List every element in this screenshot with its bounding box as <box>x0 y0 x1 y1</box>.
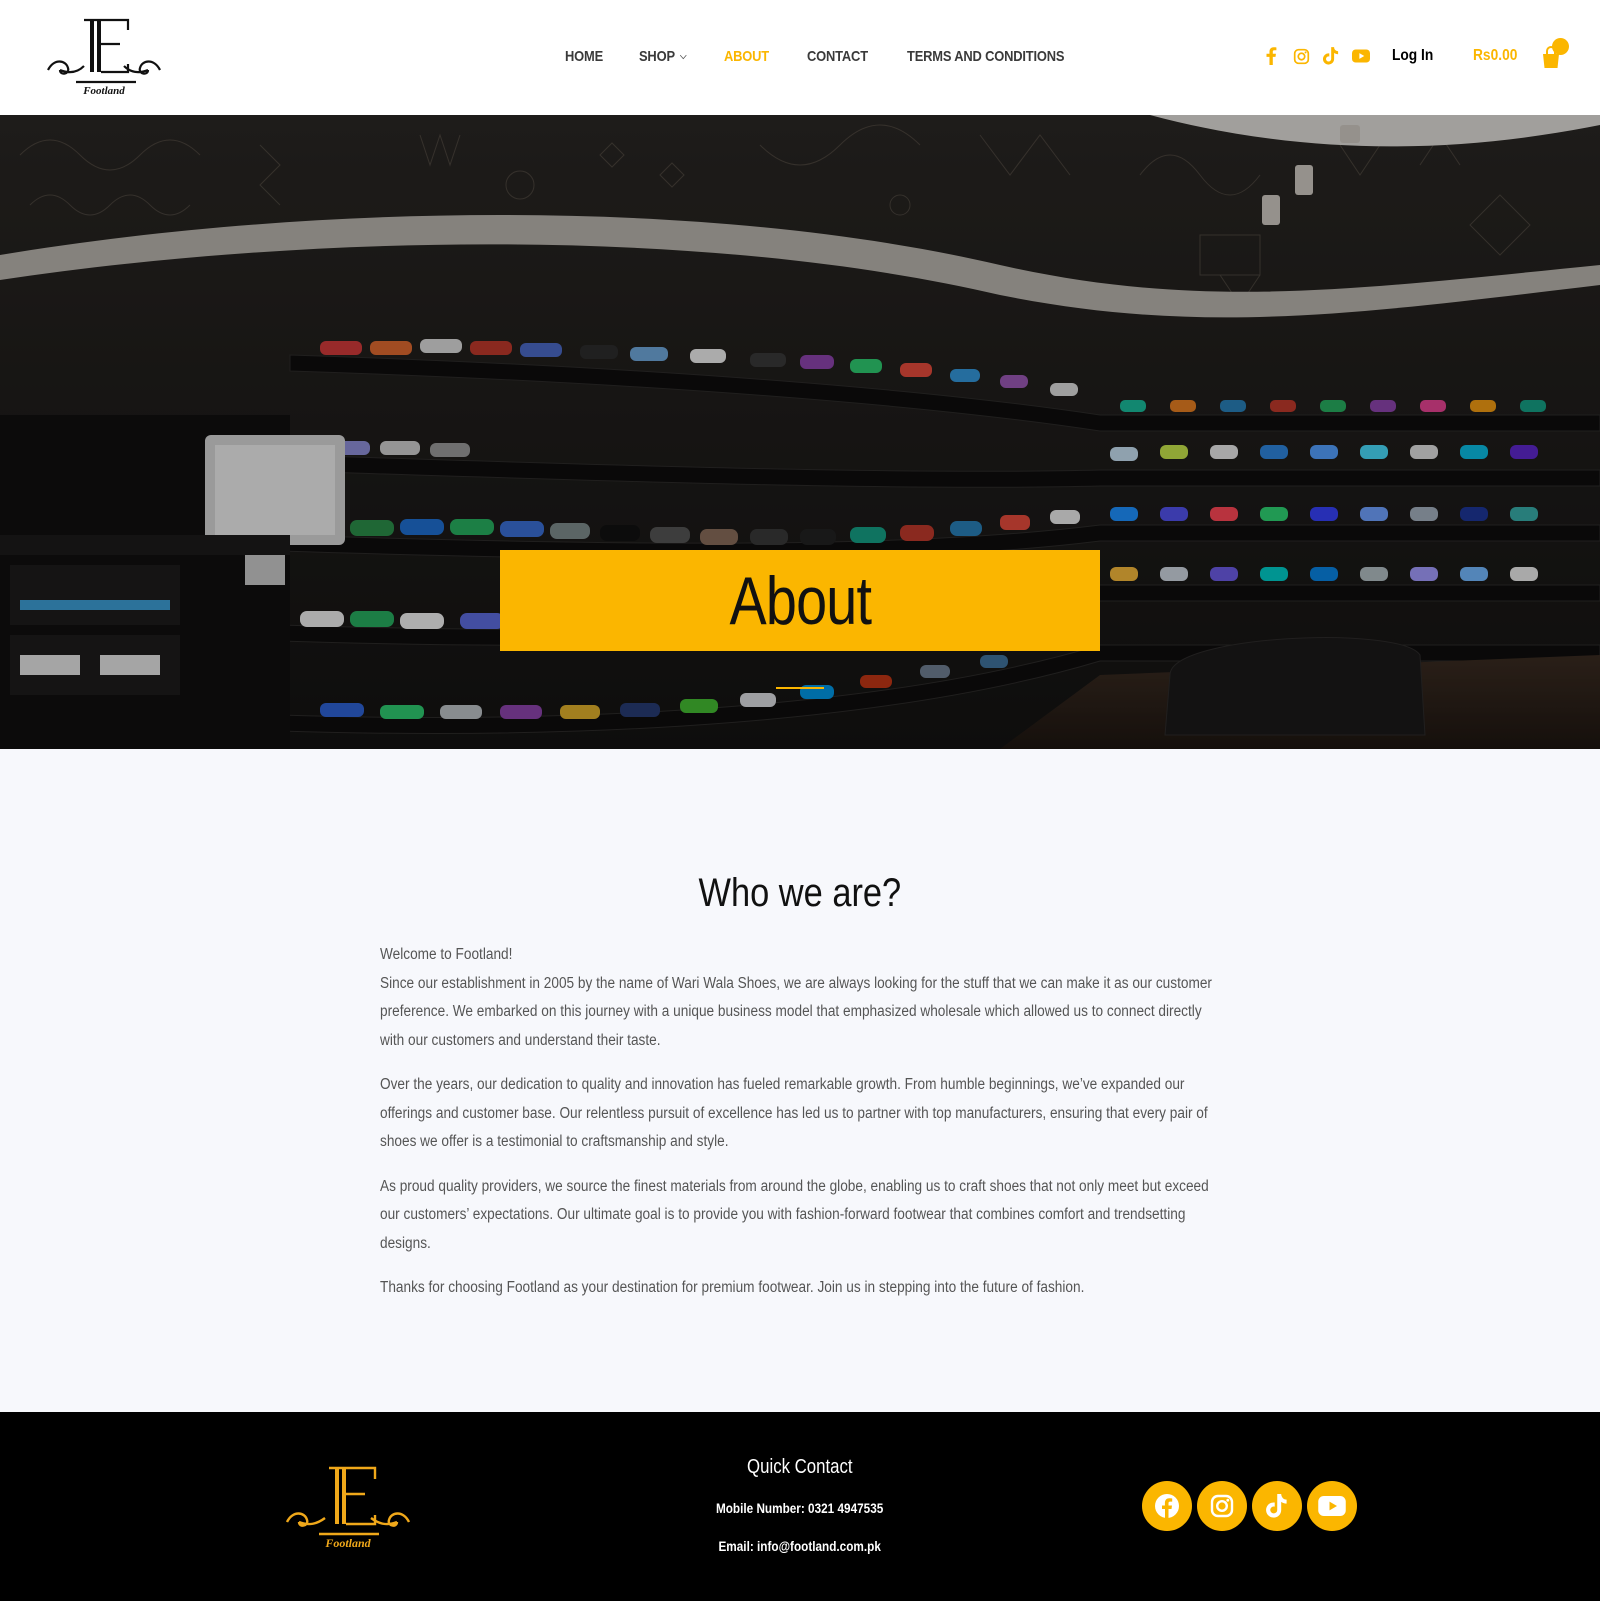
youtube-icon[interactable] <box>1307 1481 1357 1531</box>
facebook-icon[interactable] <box>1262 47 1280 65</box>
title-divider <box>776 687 824 689</box>
header-social-links <box>1262 47 1370 65</box>
about-paragraph: Over the years, our dedication to qualit… <box>380 1076 1208 1150</box>
page-title-box: About <box>500 550 1100 651</box>
login-link[interactable]: Log In <box>1392 47 1433 65</box>
nav-home[interactable]: HOME <box>565 48 603 65</box>
nav-contact[interactable]: CONTACT <box>807 48 868 65</box>
main-nav: HOME SHOP ⌵ ABOUT CONTACT TERMS AND CONDI… <box>565 48 1120 65</box>
quick-contact-title: Quick Contact <box>747 1456 853 1478</box>
page-title: About <box>729 562 871 639</box>
tiktok-icon[interactable] <box>1322 47 1340 65</box>
mobile-number: Mobile Number: 0321 4947535 <box>716 1500 884 1516</box>
nav-shop[interactable]: SHOP ⌵ <box>639 48 687 65</box>
about-body: Welcome to Footland! Since our establish… <box>380 941 1220 1319</box>
about-paragraph: As proud quality providers, we source th… <box>380 1177 1209 1252</box>
site-header: Footland HOME SHOP ⌵ ABOUT CONTACT TERMS … <box>0 0 1600 115</box>
hero-banner: About <box>0 115 1600 749</box>
email-address[interactable]: Email: info@footland.com.pk <box>0 1538 1600 1554</box>
nav-terms[interactable]: TERMS AND CONDITIONS <box>907 48 1065 65</box>
youtube-icon[interactable] <box>1352 47 1370 65</box>
about-section: Who we are? Welcome to Footland! Since o… <box>0 749 1600 1412</box>
footer-social-links <box>1142 1481 1357 1531</box>
cart-total[interactable]: Rs0.00 <box>1473 47 1517 65</box>
cart-count-badge <box>1552 38 1569 55</box>
site-footer: Footland Quick Contact Mobile Number: 03… <box>0 1412 1600 1601</box>
about-paragraph: Thanks for choosing Footland as your des… <box>380 1279 1085 1296</box>
tiktok-icon[interactable] <box>1252 1481 1302 1531</box>
footland-logo[interactable]: Footland <box>44 14 164 100</box>
instagram-icon[interactable] <box>1292 47 1310 65</box>
section-heading: Who we are? <box>698 871 902 915</box>
hero-background-image <box>0 115 1600 749</box>
logo-text: Footland <box>82 85 125 97</box>
instagram-icon[interactable] <box>1197 1481 1247 1531</box>
chevron-down-icon: ⌵ <box>680 51 687 62</box>
facebook-icon[interactable] <box>1142 1481 1192 1531</box>
nav-about[interactable]: ABOUT <box>724 48 769 65</box>
about-paragraph: Welcome to Footland! Since our establish… <box>380 946 1212 1049</box>
